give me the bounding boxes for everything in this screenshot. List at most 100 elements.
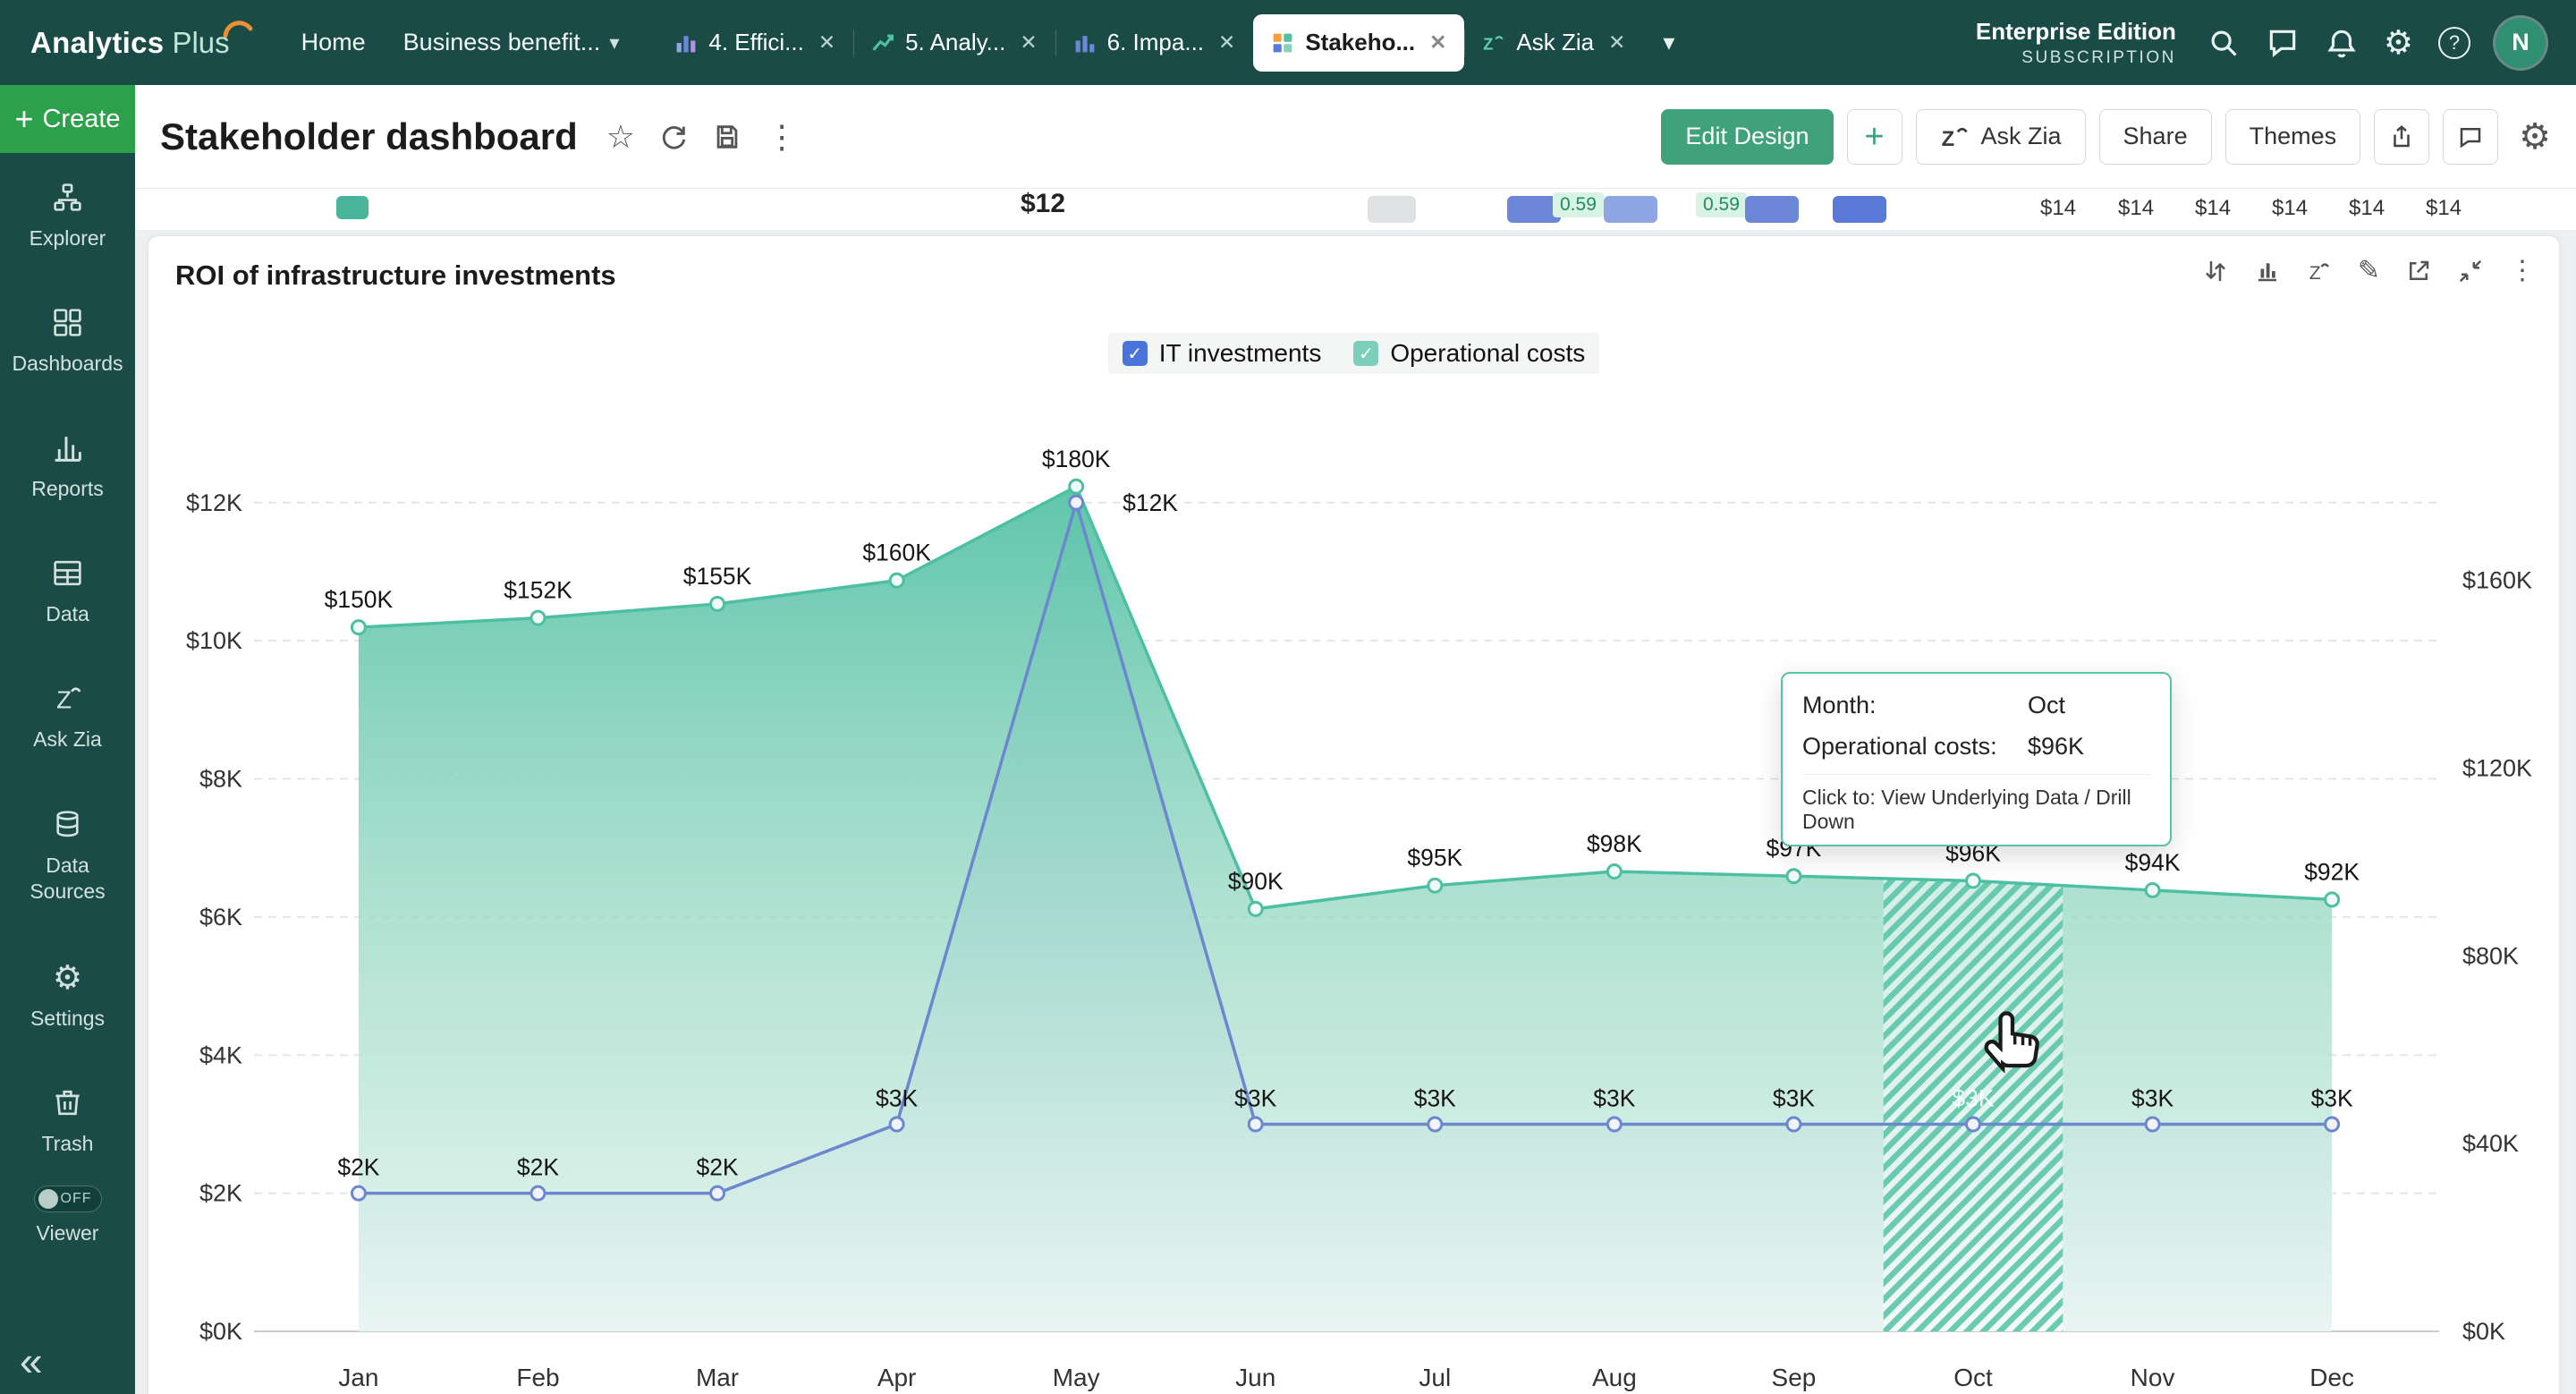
settings-gear-icon[interactable]: ⚙ xyxy=(2384,26,2413,59)
viewer-toggle[interactable]: OFF xyxy=(34,1186,102,1212)
search-icon[interactable] xyxy=(2207,26,2241,60)
close-icon[interactable]: ✕ xyxy=(818,30,835,55)
settings-gear-icon: ⚙ xyxy=(53,961,82,994)
comment-icon xyxy=(2457,123,2484,150)
viewer-mode-block: OFF Viewer xyxy=(0,1186,135,1245)
svg-text:Z: Z xyxy=(2309,262,2321,284)
line-chart-icon xyxy=(871,31,894,55)
swap-axes-icon[interactable] xyxy=(2202,258,2229,285)
analytics-plus-app: Analytics Plus Home Business benefit... … xyxy=(0,0,2576,1394)
svg-text:$180K: $180K xyxy=(1042,446,1111,472)
close-icon[interactable]: ✕ xyxy=(1429,30,1446,55)
app-logo[interactable]: Analytics Plus xyxy=(30,26,230,60)
add-widget-button[interactable]: + xyxy=(1847,109,1902,165)
more-options-icon[interactable]: ⋮ xyxy=(2509,258,2536,285)
explorer-icon xyxy=(51,181,84,214)
create-button[interactable]: + Create xyxy=(0,85,135,153)
export-button[interactable] xyxy=(2374,109,2429,165)
reports-icon xyxy=(51,431,84,464)
tab-6-impact[interactable]: 6. Impa... ✕ xyxy=(1055,14,1254,72)
roi-chart-card: ROI of infrastructure investments Z ✎ xyxy=(148,235,2560,1394)
logo-analytics-text: Analytics xyxy=(30,26,164,60)
save-icon[interactable] xyxy=(712,122,742,152)
svg-text:$3K: $3K xyxy=(1414,1085,1456,1112)
sidebar-item-dashboards[interactable]: Dashboards xyxy=(0,278,135,404)
tooltip-label: Operational costs: xyxy=(1802,733,2028,761)
svg-text:$4K: $4K xyxy=(199,1041,242,1068)
svg-text:$0K: $0K xyxy=(199,1318,242,1345)
widget-fragment-chip xyxy=(1833,196,1886,223)
svg-text:$120K: $120K xyxy=(2462,755,2532,782)
dashboard-settings-icon[interactable]: ⚙ xyxy=(2519,119,2551,155)
close-icon[interactable]: ✕ xyxy=(1020,30,1037,55)
sidebar-item-settings[interactable]: ⚙ Settings xyxy=(0,933,135,1058)
legend-it-investments[interactable]: ✓ IT investments xyxy=(1123,339,1322,368)
sidebar-item-label: Ask Zia xyxy=(33,727,102,752)
edit-pencil-icon[interactable]: ✎ xyxy=(2358,258,2380,285)
sidebar-item-label: Explorer xyxy=(30,225,106,251)
notifications-bell-icon[interactable] xyxy=(2325,26,2359,60)
svg-text:$2K: $2K xyxy=(517,1154,559,1181)
share-button[interactable]: Share xyxy=(2099,109,2212,165)
chart-type-icon[interactable] xyxy=(2254,258,2281,285)
header-actions: Edit Design + Z Ask Zia Share Themes ⚙ xyxy=(1661,109,2551,165)
svg-text:Dec: Dec xyxy=(2309,1364,2354,1391)
widget-fragment-value: $14 xyxy=(2272,196,2308,221)
help-icon[interactable]: ? xyxy=(2438,27,2470,59)
close-icon[interactable]: ✕ xyxy=(1608,30,1625,55)
tab-4-efficiency[interactable]: 4. Effici... ✕ xyxy=(657,14,853,72)
widget-fragment-chip xyxy=(1604,196,1657,223)
edit-design-button[interactable]: Edit Design xyxy=(1661,109,1833,165)
close-icon[interactable]: ✕ xyxy=(1218,30,1235,55)
zia-icon: Z xyxy=(1482,31,1505,55)
sidebar-item-label: Dashboards xyxy=(12,351,123,377)
zia-insights-icon[interactable]: Z xyxy=(2306,258,2333,285)
sidebar-item-reports[interactable]: Reports xyxy=(0,404,135,529)
viewer-label: Viewer xyxy=(37,1221,99,1245)
legend-label: IT investments xyxy=(1159,339,1322,368)
checkbox-checked-icon: ✓ xyxy=(1123,341,1148,366)
refresh-icon[interactable] xyxy=(658,122,689,152)
collapse-sidebar-icon[interactable]: « xyxy=(0,1340,135,1381)
widget-fragment-chip xyxy=(1745,196,1799,223)
sidebar-item-data[interactable]: Data xyxy=(0,529,135,654)
ask-zia-button[interactable]: Z Ask Zia xyxy=(1916,109,2086,165)
create-label: Create xyxy=(42,105,120,134)
nav-business-benefit-menu[interactable]: Business benefit... ▾ xyxy=(403,29,620,56)
svg-text:$3K: $3K xyxy=(2131,1085,2174,1112)
nav-home[interactable]: Home xyxy=(301,29,366,56)
svg-text:$0K: $0K xyxy=(2462,1318,2505,1345)
themes-button[interactable]: Themes xyxy=(2225,109,2361,165)
comments-button[interactable] xyxy=(2443,109,2498,165)
chevron-down-icon: ▾ xyxy=(609,31,619,55)
tab-ask-zia[interactable]: Z Ask Zia ✕ xyxy=(1464,14,1643,72)
svg-text:$94K: $94K xyxy=(2125,849,2181,876)
svg-text:$40K: $40K xyxy=(2462,1130,2519,1157)
dashboards-icon xyxy=(51,306,84,339)
tabs-overflow-chevron-icon[interactable]: ▾ xyxy=(1663,29,1674,56)
sidebar-item-trash[interactable]: Trash xyxy=(0,1058,135,1184)
svg-text:Z: Z xyxy=(56,685,72,713)
widget-fragment-value: $14 xyxy=(2349,196,2385,221)
sidebar-item-ask-zia[interactable]: Z Ask Zia xyxy=(0,654,135,779)
tooltip-value: $96K xyxy=(2028,733,2150,761)
chat-icon[interactable] xyxy=(2266,26,2300,60)
sidebar-item-data-sources[interactable]: Data Sources xyxy=(0,779,135,933)
sidebar-item-label: Settings xyxy=(30,1006,105,1032)
more-options-icon[interactable]: ⋮ xyxy=(766,121,798,153)
tab-stakeholder-dashboard-active[interactable]: Stakeho... ✕ xyxy=(1253,14,1464,72)
svg-text:Sep: Sep xyxy=(1772,1364,1817,1391)
svg-text:$6K: $6K xyxy=(199,904,242,931)
tab-5-analysis[interactable]: 5. Analy... ✕ xyxy=(853,14,1055,72)
user-avatar[interactable]: N xyxy=(2496,18,2546,68)
tab-label: Stakeho... xyxy=(1305,29,1415,56)
sidebar-item-explorer[interactable]: Explorer xyxy=(0,153,135,278)
resize-icon[interactable] xyxy=(2457,258,2484,285)
ask-zia-label: Ask Zia xyxy=(1981,123,2062,150)
open-in-new-icon[interactable] xyxy=(2405,258,2432,285)
svg-text:Jul: Jul xyxy=(1419,1364,1451,1391)
roi-area-chart[interactable]: $0K$2K$4K$6K$8K$10K$12K$0K$40K$80K$120K$… xyxy=(148,236,2559,1394)
legend-operational-costs[interactable]: ✓ Operational costs xyxy=(1353,339,1585,368)
favorite-star-icon[interactable]: ☆ xyxy=(606,121,635,153)
svg-text:$3K: $3K xyxy=(1773,1085,1815,1112)
